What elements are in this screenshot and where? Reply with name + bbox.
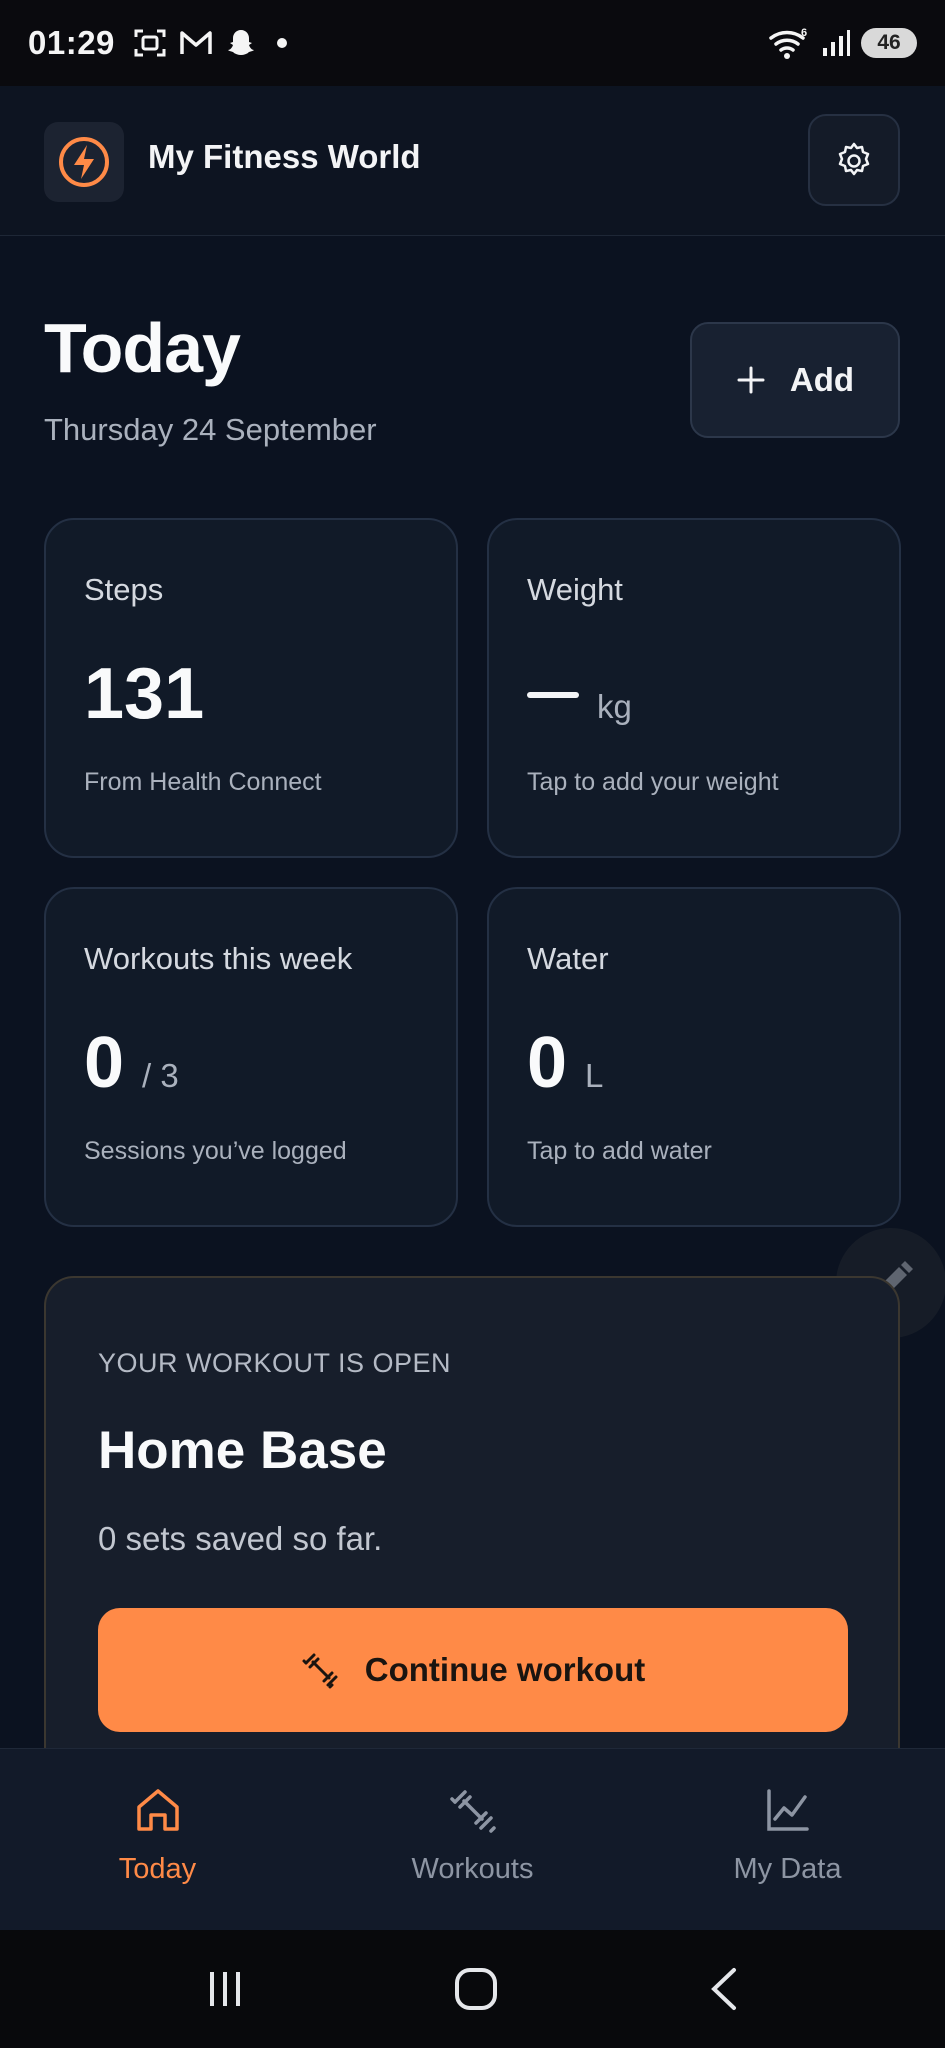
workouts-week-value-row: 0 / 3 <box>84 1023 418 1103</box>
nav-label-today: Today <box>118 1853 197 1885</box>
water-label: Water <box>527 941 609 976</box>
steps-label: Steps <box>84 572 164 607</box>
water-subtitle: Tap to add water <box>527 1137 712 1165</box>
lightning-icon <box>59 137 109 187</box>
home-circle-icon[interactable] <box>453 1966 499 2012</box>
page-title: Today <box>44 309 241 387</box>
dumbbell-icon <box>302 1653 338 1689</box>
status-time: 01:29 <box>28 24 115 61</box>
signal-icon <box>823 30 850 56</box>
weight-value-row: kg <box>527 654 861 734</box>
screenshot-icon <box>134 29 166 57</box>
app-title: My Fitness World <box>148 138 421 175</box>
water-card[interactable]: Water 0 L Tap to add water <box>487 887 901 1227</box>
water-value-row: 0 L <box>527 1023 861 1103</box>
page-date: Thursday 24 September <box>44 412 377 447</box>
recent-apps-icon[interactable] <box>204 1968 246 2010</box>
steps-value: 131 <box>84 654 205 734</box>
workouts-week-label: Workouts this week <box>84 941 353 976</box>
add-button-label: Add <box>789 361 855 398</box>
line-chart-icon <box>766 1789 809 1831</box>
workouts-week-value: 0 <box>84 1023 125 1103</box>
battery-level: 46 <box>877 31 901 54</box>
open-workout-card: YOUR WORKOUT IS OPEN Home Base 0 sets sa… <box>44 1276 900 1796</box>
status-notification-icons <box>133 27 287 59</box>
workouts-week-subtitle: Sessions you’ve logged <box>84 1137 347 1165</box>
app-header: My Fitness World <box>0 86 945 236</box>
continue-workout-label: Continue workout <box>364 1651 646 1688</box>
workouts-week-card[interactable]: Workouts this week 0 / 3 Sessions you’ve… <box>44 887 458 1227</box>
gmail-icon <box>180 31 212 54</box>
weight-card[interactable]: Weight kg Tap to add your weight <box>487 518 901 858</box>
weight-value <box>527 654 579 734</box>
nav-item-my-data[interactable]: My Data <box>630 1749 945 1930</box>
home-icon <box>136 1789 179 1831</box>
dumbbell-icon <box>449 1790 496 1833</box>
water-value: 0 <box>527 1023 568 1103</box>
workouts-week-goal: / 3 <box>142 1057 179 1094</box>
steps-card[interactable]: Steps 131 From Health Connect <box>44 518 458 858</box>
bottom-nav: Today Workouts My Data <box>0 1748 945 1930</box>
gear-icon <box>838 142 870 176</box>
svg-text:6: 6 <box>801 27 807 39</box>
steps-subtitle: From Health Connect <box>84 768 322 796</box>
notification-dot <box>276 38 287 48</box>
continue-workout-button[interactable]: Continue workout <box>98 1608 848 1732</box>
app-logo <box>44 122 124 202</box>
nav-item-today[interactable]: Today <box>0 1749 315 1930</box>
empty-value-dash <box>527 692 579 698</box>
status-bar: 01:29 6 46 <box>0 0 945 86</box>
status-system-icons: 6 46 <box>767 26 917 60</box>
weight-subtitle: Tap to add your weight <box>527 768 779 796</box>
plus-icon <box>737 366 765 394</box>
back-icon[interactable] <box>706 1966 742 2012</box>
nav-label-workouts: Workouts <box>411 1853 534 1885</box>
steps-value-row: 131 <box>84 654 418 734</box>
add-button[interactable]: Add <box>690 322 900 438</box>
weight-unit: kg <box>597 688 632 725</box>
snapchat-icon <box>227 30 254 55</box>
weight-label: Weight <box>527 572 623 607</box>
battery-icon: 46 <box>861 28 917 58</box>
open-workout-overline: YOUR WORKOUT IS OPEN <box>98 1348 452 1378</box>
water-unit: L <box>585 1057 604 1094</box>
open-workout-title: Home Base <box>98 1421 387 1480</box>
settings-button[interactable] <box>808 114 900 206</box>
open-workout-subtitle: 0 sets saved so far. <box>98 1520 383 1557</box>
nav-item-workouts[interactable]: Workouts <box>315 1749 630 1930</box>
wifi-icon: 6 <box>769 27 807 59</box>
system-nav-bar <box>0 1930 945 2048</box>
nav-label-my-data: My Data <box>733 1853 842 1885</box>
